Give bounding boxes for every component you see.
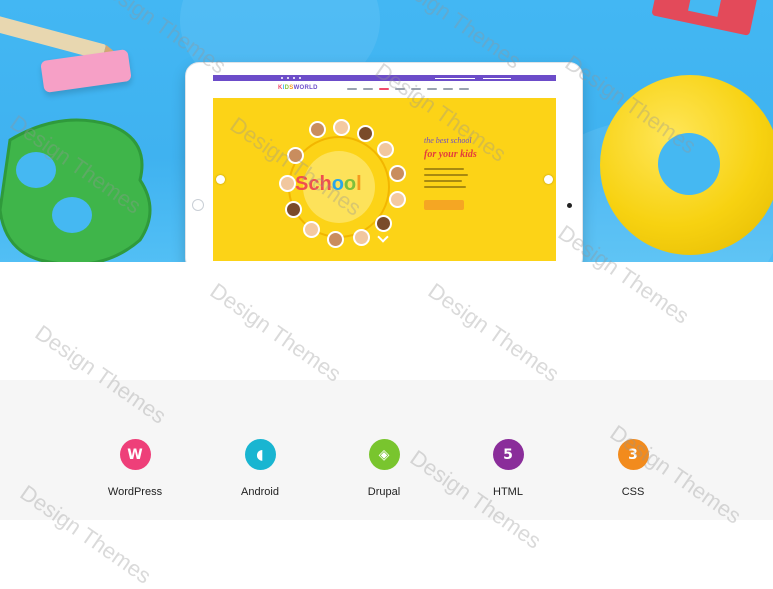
eraser-decoration xyxy=(40,49,132,93)
school-letter: o xyxy=(343,173,357,195)
red-block-decoration xyxy=(651,0,759,36)
spacer-section xyxy=(0,262,773,380)
hero-banner: KIDSWORLD School the best school for you… xyxy=(0,0,773,262)
feature-label: CSS xyxy=(621,486,645,498)
feature-label: WordPress xyxy=(107,486,163,498)
wordpress-icon: W xyxy=(119,439,151,470)
school-title: School xyxy=(295,173,362,196)
home-button xyxy=(192,199,204,211)
school-letter: c xyxy=(308,173,320,195)
slider-prev-arrow[interactable] xyxy=(216,175,225,184)
hero-headline: for your kids xyxy=(424,149,477,160)
android-icon: ◖ xyxy=(244,439,276,470)
preview-navbar: KIDSWORLD xyxy=(213,81,556,98)
feature-label: Android xyxy=(241,486,279,498)
nav-link-placeholder xyxy=(379,88,389,90)
css3-icon: 3 xyxy=(617,439,649,470)
school-letter: l xyxy=(356,173,362,195)
letter-b-decoration xyxy=(0,118,152,262)
slider-next-arrow[interactable] xyxy=(544,175,553,184)
feature-css: 3 CSS xyxy=(583,439,683,498)
nav-link-placeholder xyxy=(411,88,421,90)
features-section: W WordPress ◖ Android ◈ Drupal 5 HTML 3 … xyxy=(0,380,773,520)
feature-label: Drupal xyxy=(367,486,401,498)
preview-logo: KIDSWORLD xyxy=(278,85,318,91)
drupal-icon: ◈ xyxy=(368,439,400,470)
feature-html: 5 HTML xyxy=(458,439,558,498)
tablet-mockup: KIDSWORLD School the best school for you… xyxy=(185,62,583,262)
school-letter: h xyxy=(319,173,332,195)
feature-android: ◖ Android xyxy=(210,439,310,498)
nav-link-placeholder xyxy=(395,88,405,90)
hero-cta-button[interactable] xyxy=(424,200,464,210)
nav-link-placeholder xyxy=(427,88,437,90)
website-preview: KIDSWORLD School the best school for you… xyxy=(213,75,556,261)
feature-drupal: ◈ Drupal xyxy=(334,439,434,498)
feature-wordpress: W WordPress xyxy=(85,439,185,498)
school-letter: o xyxy=(331,173,344,195)
feature-label: HTML xyxy=(493,486,523,498)
hero-bullet-list xyxy=(424,168,468,192)
nav-link-placeholder xyxy=(459,88,469,90)
logo-word: WORLD xyxy=(293,85,318,91)
yellow-ring-decoration xyxy=(600,75,773,255)
camera-dot xyxy=(567,203,572,208)
hero-tagline: the best school xyxy=(424,136,472,145)
nav-link-placeholder xyxy=(443,88,453,90)
html5-icon: 5 xyxy=(492,439,524,470)
school-letter: S xyxy=(295,173,309,195)
nav-link-placeholder xyxy=(363,88,373,90)
nav-link-placeholder xyxy=(347,88,357,90)
preview-nav-links xyxy=(347,88,469,90)
